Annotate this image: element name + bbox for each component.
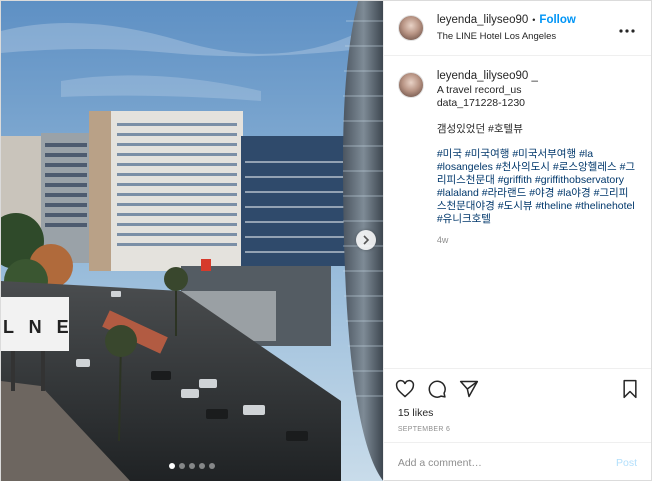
carousel-dot: [198, 463, 205, 469]
share-icon: [459, 380, 478, 398]
hashtag-link[interactable]: #losangeles: [437, 161, 493, 173]
city-view-image: L N E: [1, 1, 383, 481]
comment-input[interactable]: [397, 456, 616, 469]
comments-area[interactable]: leyenda_lilyseo90 _ A travel record_us d…: [384, 56, 651, 368]
hashtag-link[interactable]: #미국서부여행: [512, 148, 576, 160]
heart-icon: [395, 379, 414, 398]
instagram-post: L N E leyenda_lilyseo90 • Follow The LIN…: [0, 0, 652, 481]
carousel-dot: [168, 463, 175, 469]
post-photo[interactable]: L N E: [1, 1, 383, 481]
caption-username[interactable]: leyenda_lilyseo90 _: [437, 70, 637, 83]
post-side-panel: leyenda_lilyseo90 • Follow The LINE Hote…: [382, 1, 651, 481]
chevron-right-icon: [363, 235, 370, 245]
hashtag-link[interactable]: #lalaland: [437, 187, 479, 199]
header-text: leyenda_lilyseo90 • Follow The LINE Hote…: [437, 14, 617, 42]
carousel-dot: [208, 463, 215, 469]
like-button[interactable]: [394, 378, 416, 400]
hashtag-link[interactable]: #thelinehotel: [575, 200, 635, 212]
likes-count[interactable]: 15 likes: [394, 407, 641, 419]
comment-button[interactable]: [426, 378, 448, 400]
header-line: leyenda_lilyseo90 • Follow: [437, 14, 617, 26]
hashtag-link[interactable]: #griffithobservatory: [535, 174, 624, 186]
more-options-icon[interactable]: [617, 20, 637, 36]
carousel-dot: [178, 463, 185, 469]
hashtag-link[interactable]: #천사의도시: [496, 161, 550, 173]
comment-icon: [428, 380, 446, 398]
avatar[interactable]: [397, 15, 424, 41]
carousel-dot: [188, 463, 195, 469]
hashtag-link[interactable]: #theline: [535, 200, 572, 212]
avatar[interactable]: [397, 72, 424, 98]
caption-text: A travel record_us data_171228-1230: [436, 84, 525, 109]
location-link[interactable]: The LINE Hotel Los Angeles: [437, 31, 617, 42]
hashtag-link[interactable]: #야경: [529, 187, 554, 199]
hashtag-link[interactable]: #griffith: [498, 174, 532, 186]
hashtag-link[interactable]: #유니크호텔: [437, 213, 491, 225]
hashtag-link[interactable]: #도시뷰: [498, 200, 533, 212]
carousel-dots: [1, 463, 383, 469]
hashtag-link[interactable]: #la: [579, 148, 593, 160]
post-time: 4w: [436, 235, 449, 245]
post-header: leyenda_lilyseo90 • Follow The LINE Hote…: [383, 1, 651, 56]
caption-title: 갬성있었던 #호텔뷰: [436, 123, 523, 135]
post-date: SEPTEMBER 6: [397, 426, 451, 433]
hashtag-link[interactable]: #미국여행: [465, 148, 509, 160]
post-actions: 15 likes SEPTEMBER 6: [383, 368, 651, 433]
hashtag-link[interactable]: #la야경: [557, 187, 590, 199]
post-comment-button[interactable]: Post: [616, 457, 637, 469]
hashtag-list: #미국 #미국여행 #미국서부여행 #la #losangeles #천사의도시…: [437, 148, 637, 226]
carousel-next-button[interactable]: [356, 230, 376, 250]
hashtag-link[interactable]: #라라랜드: [482, 187, 526, 199]
save-button[interactable]: [619, 378, 641, 400]
caption: leyenda_lilyseo90 _ A travel record_us d…: [397, 70, 637, 247]
hashtag-link[interactable]: #로스앙헬레스: [553, 161, 617, 173]
bookmark-icon: [623, 379, 637, 399]
follow-button[interactable]: Follow: [539, 14, 575, 26]
share-button[interactable]: [458, 378, 480, 400]
separator-dot: •: [532, 15, 536, 25]
hotel-sign-text: L N E: [3, 317, 74, 337]
action-icons: [394, 377, 641, 401]
username-link[interactable]: leyenda_lilyseo90: [437, 14, 528, 26]
hashtag-link[interactable]: #미국: [437, 148, 462, 160]
add-comment-bar: Post: [383, 442, 651, 481]
caption-body: leyenda_lilyseo90 _ A travel record_us d…: [437, 70, 637, 247]
